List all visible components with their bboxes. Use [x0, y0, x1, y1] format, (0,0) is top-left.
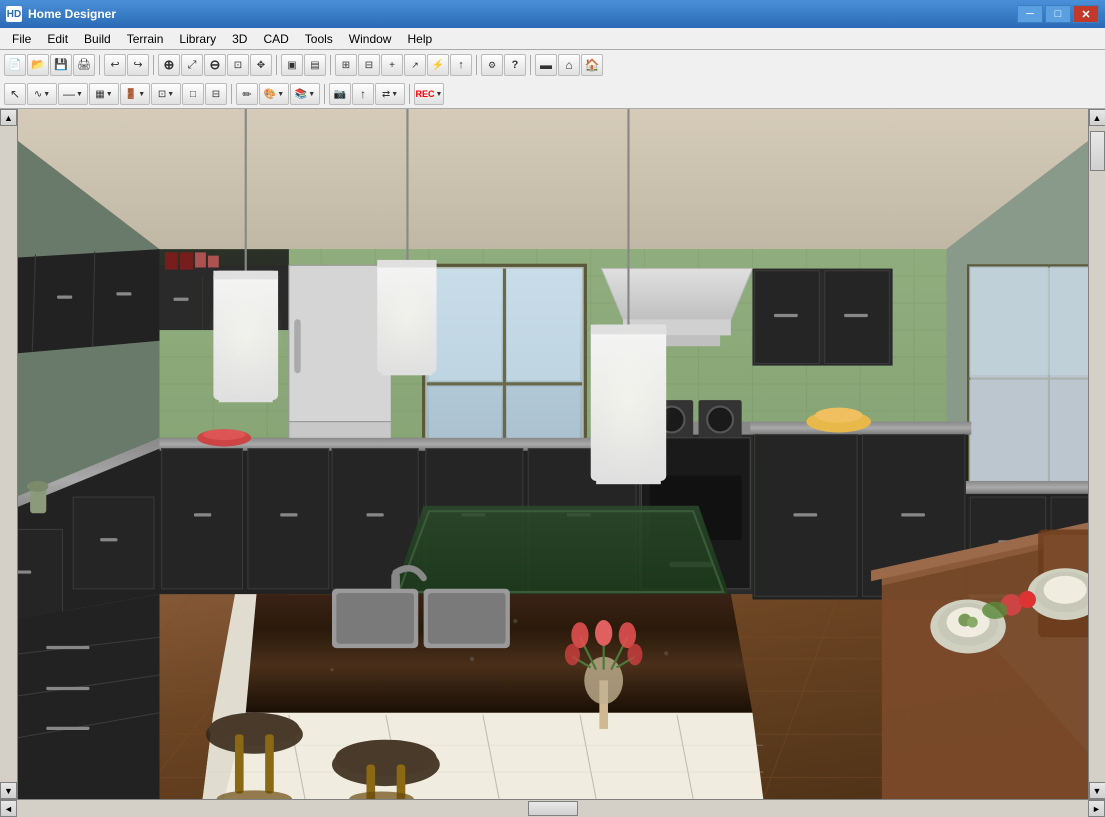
main-area: ▲ ▼	[0, 109, 1105, 799]
help-toolbar-button[interactable]: ?	[504, 54, 526, 76]
wall-button[interactable]: ▬	[535, 54, 557, 76]
horizontal-scroll-track	[17, 800, 1088, 817]
undo-button[interactable]: ↩	[104, 54, 126, 76]
app-icon: HD	[6, 6, 22, 22]
roof-icon-button[interactable]: ⌂	[558, 54, 580, 76]
save-button[interactable]: 💾	[50, 54, 72, 76]
close-button[interactable]: ✕	[1073, 5, 1099, 23]
scroll-right-button[interactable]: ►	[1088, 800, 1105, 817]
sep4	[330, 55, 331, 75]
camera-button[interactable]: 📷	[329, 83, 351, 105]
scene-svg	[18, 109, 1088, 799]
color-button[interactable]: 🎨▼	[259, 83, 289, 105]
room-button[interactable]: □	[182, 83, 204, 105]
stair-button[interactable]: ⊟	[205, 83, 227, 105]
left-scroll-up[interactable]: ▲	[0, 109, 17, 126]
title-bar: HD Home Designer ─ □ ✕	[0, 0, 1105, 28]
pencil-button[interactable]: ✏	[236, 83, 258, 105]
right-scrollbar: ▲ ▼	[1088, 109, 1105, 799]
toolbar-btn-9[interactable]: ⚡	[427, 54, 449, 76]
scroll-left-button[interactable]: ◄	[0, 800, 17, 817]
select-all-button[interactable]: ▣	[281, 54, 303, 76]
transform-button[interactable]: ⇄▼	[375, 83, 405, 105]
toolbar-btn-10[interactable]: ↑	[450, 54, 472, 76]
canvas-area[interactable]	[18, 109, 1088, 799]
menu-item-window[interactable]: Window	[341, 30, 400, 48]
menu-item-cad[interactable]: CAD	[255, 30, 296, 48]
sep7	[231, 84, 232, 104]
toolbar-btn-6[interactable]: ⊟	[358, 54, 380, 76]
print-button[interactable]: 🖨	[73, 54, 95, 76]
zoom-in-button[interactable]: ⊕	[158, 54, 180, 76]
catalog-button[interactable]: 📚▼	[290, 83, 320, 105]
toolbar-btn-7[interactable]: +	[381, 54, 403, 76]
toolbar-row-2: ↖ ∿▼ —▼ ▦▼ 🚪▼ ⊡▼ □ ⊟ ✏ 🎨▼ 📚▼ 📷 ↑ ⇄▼ REC▼	[0, 80, 1105, 108]
left-sidebar: ▲ ▼	[0, 109, 18, 799]
redo-button[interactable]: ↪	[127, 54, 149, 76]
title-text: Home Designer	[28, 7, 1017, 21]
open-button[interactable]: 📂	[27, 54, 49, 76]
zoom-fit-button[interactable]: ⤢	[181, 54, 203, 76]
sep1	[99, 55, 100, 75]
scroll-thumb[interactable]	[1090, 131, 1105, 171]
sep8	[324, 84, 325, 104]
left-scroll-track	[0, 126, 17, 782]
toolbar-btn-8[interactable]: ↗	[404, 54, 426, 76]
minimize-button[interactable]: ─	[1017, 5, 1043, 23]
window-button[interactable]: ⊡▼	[151, 83, 181, 105]
sep6	[530, 55, 531, 75]
menu-item-help[interactable]: Help	[399, 30, 440, 48]
arrow-up-button[interactable]: ↑	[352, 83, 374, 105]
sep3	[276, 55, 277, 75]
sep5	[476, 55, 477, 75]
new-button[interactable]: 📄	[4, 54, 26, 76]
record-button[interactable]: REC▼	[414, 83, 444, 105]
zoom-window-button[interactable]: ⊡	[227, 54, 249, 76]
menu-item-terrain[interactable]: Terrain	[119, 30, 172, 48]
menu-item-file[interactable]: File	[4, 30, 39, 48]
select-tool-button[interactable]: ↖	[4, 83, 26, 105]
scroll-up-button[interactable]: ▲	[1089, 109, 1105, 126]
menu-item-tools[interactable]: Tools	[297, 30, 341, 48]
horizontal-scroll-thumb[interactable]	[528, 801, 578, 816]
kitchen-scene	[18, 109, 1088, 799]
toolbar-btn-5[interactable]: ⊞	[335, 54, 357, 76]
menu-bar: File Edit Build Terrain Library 3D CAD T…	[0, 28, 1105, 50]
toolbar-row-1: 📄 📂 💾 🖨 ↩ ↪ ⊕ ⤢ ⊖ ⊡ ✥ ▣ ▤ ⊞ ⊟ + ↗ ⚡ ↑ ⚙ …	[0, 50, 1105, 80]
menu-item-library[interactable]: Library	[171, 30, 224, 48]
cabinet-button[interactable]: ▦▼	[89, 83, 119, 105]
sep9	[409, 84, 410, 104]
snap-button[interactable]: ⚙	[481, 54, 503, 76]
sep2	[153, 55, 154, 75]
rubber-band-button[interactable]: ▤	[304, 54, 326, 76]
scroll-track	[1089, 126, 1105, 782]
bottom-scrollbar: ◄ ►	[0, 799, 1105, 817]
pan-button[interactable]: ✥	[250, 54, 272, 76]
toolbar-area: 📄 📂 💾 🖨 ↩ ↪ ⊕ ⤢ ⊖ ⊡ ✥ ▣ ▤ ⊞ ⊟ + ↗ ⚡ ↑ ⚙ …	[0, 50, 1105, 109]
menu-item-edit[interactable]: Edit	[39, 30, 76, 48]
menu-item-3d[interactable]: 3D	[224, 30, 255, 48]
title-controls: ─ □ ✕	[1017, 5, 1099, 23]
polyline-button[interactable]: ∿▼	[27, 83, 57, 105]
door-button[interactable]: 🚪▼	[120, 83, 150, 105]
maximize-button[interactable]: □	[1045, 5, 1071, 23]
left-scroll-down[interactable]: ▼	[0, 782, 17, 799]
scroll-down-button[interactable]: ▼	[1089, 782, 1105, 799]
house-button[interactable]: 🏠	[581, 54, 603, 76]
line-button[interactable]: —▼	[58, 83, 88, 105]
zoom-out-button[interactable]: ⊖	[204, 54, 226, 76]
menu-item-build[interactable]: Build	[76, 30, 119, 48]
